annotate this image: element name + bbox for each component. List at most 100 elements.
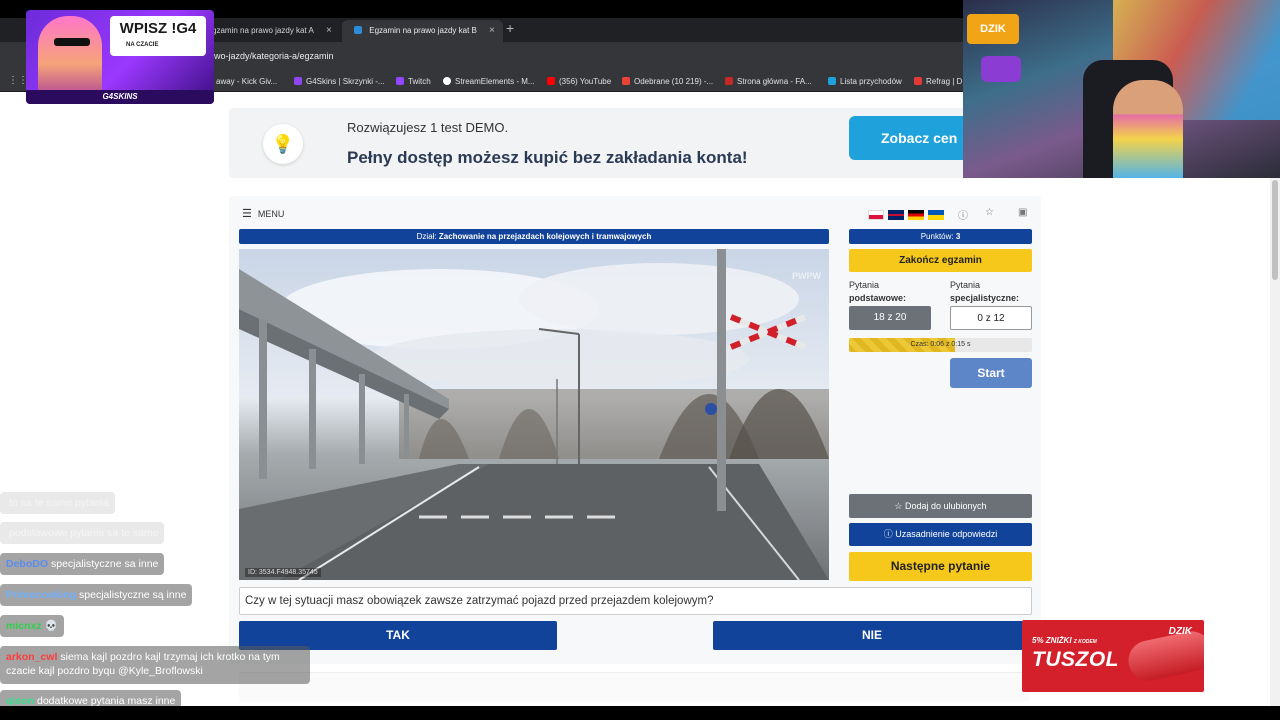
basic-questions-counter: 18 z 20 [849, 306, 931, 330]
ad-promo: 5% ZNIŻKI Z KODEM [1032, 636, 1097, 645]
menu-button[interactable]: ☰ MENU [242, 207, 284, 220]
time-text: Czas: 0:06 z 0:15 s [910, 341, 971, 348]
ad-promo-text: 5% ZNIŻKI [1032, 636, 1072, 645]
bookmark-label: Refrag | D [926, 77, 963, 86]
sunglasses-icon [54, 38, 90, 46]
demo-banner: 💡 Rozwiązujesz 1 test DEMO. Pełny dostęp… [229, 108, 1041, 178]
menu-label: MENU [257, 209, 285, 219]
new-tab-icon[interactable]: + [506, 20, 514, 36]
bookmark-label: Lista przychodów [840, 77, 902, 86]
chat-text: specjalistyczne są inne [79, 589, 187, 601]
bookmark-item[interactable]: away - Kick Giv... [216, 77, 277, 86]
bookmark-item[interactable]: Refrag | D [914, 77, 962, 86]
scrollbar-thumb[interactable] [1272, 180, 1278, 280]
ad-brand: DZIK [1168, 626, 1192, 637]
specialist-questions-label: Pytania specjalistyczne: [950, 279, 1019, 305]
streamelements-icon [443, 77, 451, 85]
explanation-label: Uzasadnienie odpowiedzi [895, 529, 998, 539]
flag-pl-icon[interactable] [868, 209, 884, 220]
flag-ua-icon[interactable] [928, 209, 944, 220]
chat-text: podstawowe pytania sa te same [9, 527, 159, 539]
controller-icon [981, 56, 1021, 82]
favicon-icon [354, 26, 362, 34]
help-icon[interactable]: ⓘ [958, 207, 968, 222]
page-footer-strip [239, 672, 1029, 702]
bookmark-label: Strona główna - FA... [737, 77, 812, 86]
dzik-logo: DZIK [967, 14, 1019, 44]
bookmark-label: Odebrane (10 219) -... [634, 77, 714, 86]
chat-text: specjalistyczne sa inne [51, 558, 159, 570]
banner-line-1: Rozwiązujesz 1 test DEMO. [347, 120, 509, 135]
question-text: Czy w tej sytuacji masz obowiązek zawsze… [239, 587, 1032, 615]
chat-text: to sa te same pytania [9, 497, 109, 509]
bookmark-label: (356) YouTube [559, 77, 612, 86]
section-prefix: Dział: [416, 232, 437, 241]
see-prices-button[interactable]: Zobacz cen [849, 116, 969, 160]
finish-exam-button[interactable]: Zakończ egzamin [849, 249, 1032, 272]
basic-questions-label: Pytania podstawowe: [849, 279, 906, 305]
image-id: ID: 3534.F4948.35745 [245, 568, 321, 577]
chat-message: arkon_cwl siema kajl pozdro kajl trzymaj … [0, 646, 310, 684]
bookmark-item[interactable]: G4Skins | Skrzynki -... [294, 77, 385, 86]
ad-title: TUSZOL [1032, 648, 1119, 671]
section-header: Dział: Zachowanie na przejazdach kolejow… [239, 229, 829, 244]
bookmark-item[interactable]: Lista przychodów [828, 77, 902, 86]
bookmark-item[interactable]: StreamElements - M... [443, 77, 535, 86]
next-question-button[interactable]: Następne pytanie [849, 552, 1032, 581]
points-bar: Punktów: 3 [849, 229, 1032, 244]
start-button[interactable]: Start [950, 358, 1032, 388]
tab-label: Egzamin na prawo jazdy kat B [369, 26, 477, 35]
twitch-icon [396, 77, 404, 85]
chat-message: to sa te same pytania [0, 492, 115, 514]
answer-no-button[interactable]: NIE [713, 621, 1031, 650]
hamburger-icon: ☰ [242, 208, 252, 220]
question-image: PWPW ID: 3534.F4948.35745 [239, 249, 829, 580]
refrag-icon [914, 77, 922, 85]
close-icon[interactable]: × [326, 20, 332, 42]
bookmark-item[interactable]: Twitch [396, 77, 431, 86]
flag-en-icon[interactable] [888, 209, 904, 220]
tab-kat-a[interactable]: gzamin na prawo jazdy kat A × [200, 20, 340, 42]
chat-user: Primocooking [6, 589, 77, 601]
railway-crossing-scene [239, 249, 829, 580]
explanation-button[interactable]: ⓘ Uzasadnienie odpowiedzi [849, 523, 1032, 546]
stream-bottom-bar [0, 706, 1280, 720]
bookmark-item[interactable]: Strona główna - FA... [725, 77, 812, 86]
image-brand: PWPW [792, 271, 821, 281]
youtube-icon [547, 77, 555, 85]
section-name: Zachowanie na przejazdach kolejowych i t… [438, 232, 652, 241]
promo-title: WPISZ !G4 [110, 16, 206, 56]
print-icon[interactable]: ▣ [1018, 207, 1027, 218]
ad-promo-small: Z KODEM [1073, 639, 1097, 645]
chat-message: podstawowe pytania sa te same [0, 522, 165, 544]
streamer-webcam: DZIK [963, 0, 1280, 178]
bookmark-label: Twitch [408, 77, 431, 86]
streamer [1113, 80, 1183, 178]
gmail-icon [622, 77, 630, 85]
spray-can-icon [1124, 627, 1204, 685]
url-text: wo-jazdy/kategoria-a/egzamin [214, 51, 334, 61]
mascot-icon [38, 16, 102, 96]
tab-kat-b[interactable]: Egzamin na prawo jazdy kat B × [342, 20, 503, 42]
bookmark-label: G4Skins | Skrzynki -... [306, 77, 385, 86]
apps-grid-icon[interactable]: ⋮⋮ [8, 76, 28, 86]
bookmark-item[interactable]: (356) YouTube [547, 77, 611, 86]
promo-subtitle: NA CZACIE [126, 42, 159, 48]
basic-label-line-1: Pytania [849, 280, 880, 290]
banner-line-2: Pełny dostęp możesz kupić bez zakładania… [347, 148, 748, 167]
close-icon[interactable]: × [489, 20, 495, 42]
chat-text: 💀 [44, 620, 58, 632]
specialist-questions-counter: 0 z 12 [950, 306, 1032, 330]
chat-message: DeboDO specjalistyczne sa inne [0, 553, 165, 575]
star-icon: ☆ [894, 501, 905, 511]
add-favorite-button[interactable]: ☆ Dodaj do ulubionych [849, 494, 1032, 518]
flag-de-icon[interactable] [908, 209, 924, 220]
bookmark-item[interactable]: Odebrane (10 219) -... [622, 77, 713, 86]
language-flags [868, 206, 948, 224]
chat-message: Primocooking specjalistyczne są inne [0, 584, 193, 606]
list-icon [828, 77, 836, 85]
star-icon[interactable]: ☆ [985, 207, 994, 218]
chat-message: micnxz 💀 [0, 615, 64, 637]
g4skins-icon [294, 77, 302, 85]
lightbulb-icon: 💡 [263, 124, 303, 164]
